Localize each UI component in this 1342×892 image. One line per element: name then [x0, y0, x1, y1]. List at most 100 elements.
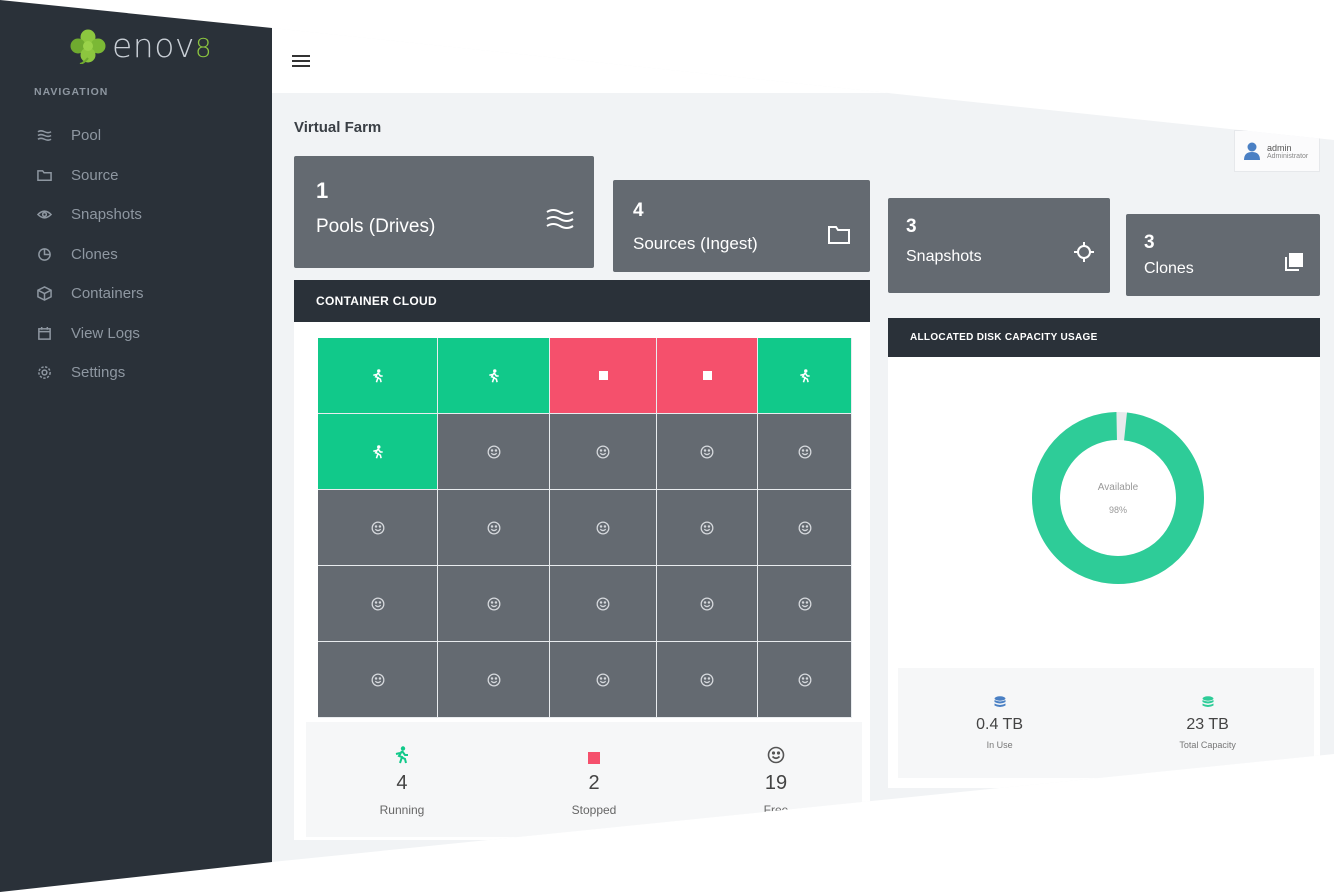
card-value: 3 [906, 216, 917, 237]
stopped-label: Stopped [571, 803, 617, 817]
sidebar-item-clones[interactable]: Clones [34, 235, 264, 275]
disk-capacity-panel: ALLOCATED DISK CAPACITY USAGE Available … [888, 318, 1320, 788]
container-cell-free[interactable] [318, 642, 438, 718]
user-menu[interactable]: admin Administrator [1234, 130, 1320, 172]
container-cell-free[interactable] [438, 566, 550, 642]
container-cell-free[interactable] [657, 566, 758, 642]
card-clones[interactable]: 3 Clones [1126, 214, 1320, 296]
total-label: Total Capacity [1179, 740, 1236, 750]
container-cell-free[interactable] [550, 642, 657, 718]
container-cell-free[interactable] [758, 566, 852, 642]
page-title: Virtual Farm [294, 119, 382, 136]
container-cell-running[interactable] [758, 338, 852, 414]
sidebar-item-containers[interactable]: Containers [34, 274, 264, 314]
running-icon [372, 368, 383, 382]
stop-icon [702, 371, 712, 380]
card-label: Snapshots [906, 248, 982, 265]
container-summary: 4 Running 2 Stopped 19 Free [306, 722, 862, 837]
smiley-icon [487, 597, 500, 610]
container-cell-running[interactable] [318, 338, 438, 414]
container-cell-running[interactable] [438, 338, 550, 414]
container-cell-free[interactable] [550, 566, 657, 642]
container-cell-free[interactable] [438, 642, 550, 718]
card-sources[interactable]: 4 Sources (Ingest) [613, 180, 870, 272]
container-cell-stopped[interactable] [657, 338, 758, 414]
box-icon [34, 284, 54, 304]
container-cell-free[interactable] [758, 490, 852, 566]
database-icon [994, 696, 1006, 707]
container-cell-free[interactable] [438, 490, 550, 566]
calendar-icon [34, 323, 54, 343]
disk-donut-chart: Available 98% [1028, 398, 1208, 598]
container-cell-stopped[interactable] [550, 338, 657, 414]
sidebar-item-label: Settings [71, 364, 126, 382]
running-icon [799, 368, 810, 382]
container-cell-running[interactable] [318, 414, 438, 490]
smiley-icon [371, 597, 384, 610]
sidebar-item-snapshots[interactable]: Snapshots [34, 195, 264, 235]
smiley-icon [700, 521, 714, 534]
clover-logo-icon [70, 29, 106, 64]
smiley-icon [371, 673, 384, 686]
free-label: Free [763, 803, 789, 817]
sidebar-item-view-logs[interactable]: View Logs [34, 314, 264, 354]
container-cell-free[interactable] [758, 414, 852, 490]
donut-center-label: Available [1097, 481, 1139, 493]
avatar-icon [1244, 142, 1260, 160]
folder-icon [34, 165, 54, 185]
nav-list: Pool Source Snapshots Clones Containers … [34, 116, 264, 393]
hamburger-line [292, 60, 310, 62]
disk-summary: 0.4 TB In Use 23 TB Total Capacity [898, 668, 1314, 778]
container-cell-free[interactable] [657, 490, 758, 566]
smiley-icon [767, 746, 785, 764]
smiley-icon [596, 597, 610, 610]
smiley-icon [798, 521, 811, 534]
smiley-icon [596, 445, 610, 458]
smiley-icon [487, 673, 500, 686]
sidebar-item-label: Snapshots [71, 206, 142, 224]
eye-icon [34, 205, 54, 225]
running-count: 4 [396, 772, 408, 794]
container-cell-free[interactable] [550, 490, 657, 566]
card-snapshots[interactable]: 3 Snapshots [888, 198, 1110, 293]
folder-icon [828, 226, 850, 249]
sidebar-item-label: View Logs [71, 324, 140, 342]
sidebar-item-pool[interactable]: Pool [34, 116, 264, 156]
container-cell-free[interactable] [657, 414, 758, 490]
menu-toggle-button[interactable] [292, 55, 310, 70]
stop-icon [598, 371, 608, 380]
top-bar [272, 28, 1334, 93]
sidebar-item-label: Pool [71, 127, 102, 145]
card-label: Clones [1144, 260, 1194, 277]
smiley-icon [798, 673, 811, 686]
container-cell-free[interactable] [758, 642, 852, 718]
stopped-icon [588, 752, 600, 764]
brand-logo[interactable]: enov8 [68, 26, 212, 65]
container-cell-free[interactable] [438, 414, 550, 490]
donut-center: Available 98% [1028, 398, 1208, 598]
waves-icon [34, 126, 54, 146]
card-label: Sources (Ingest) [633, 234, 758, 253]
sidebar-item-settings[interactable]: Settings [34, 353, 264, 393]
brand-name: enov8 [112, 26, 212, 65]
container-cell-free[interactable] [550, 414, 657, 490]
smiley-icon [700, 445, 714, 458]
container-cell-free[interactable] [657, 642, 758, 718]
sidebar: enov8 NAVIGATION Pool Source Snapshots C… [0, 0, 272, 892]
summary-stopped: 2 Stopped [571, 752, 617, 817]
smiley-icon [596, 673, 610, 686]
container-cell-free[interactable] [318, 490, 438, 566]
in-use-label: In Use [986, 740, 1013, 750]
hamburger-line [292, 65, 310, 67]
main-content: Virtual Farm admin Administrator 1 Pools… [272, 28, 1334, 862]
sidebar-item-label: Source [71, 166, 119, 184]
card-pools[interactable]: 1 Pools (Drives) [294, 156, 594, 268]
sidebar-item-source[interactable]: Source [34, 156, 264, 196]
sidebar-item-label: Containers [71, 285, 144, 303]
free-count: 19 [764, 772, 788, 794]
user-info: admin Administrator [1267, 143, 1308, 160]
container-cloud-panel: CONTAINER CLOUD 4 Running 2 Stopped 19 F… [294, 280, 870, 840]
running-label: Running [379, 803, 425, 817]
container-cell-free[interactable] [318, 566, 438, 642]
copy-icon [1284, 252, 1304, 277]
